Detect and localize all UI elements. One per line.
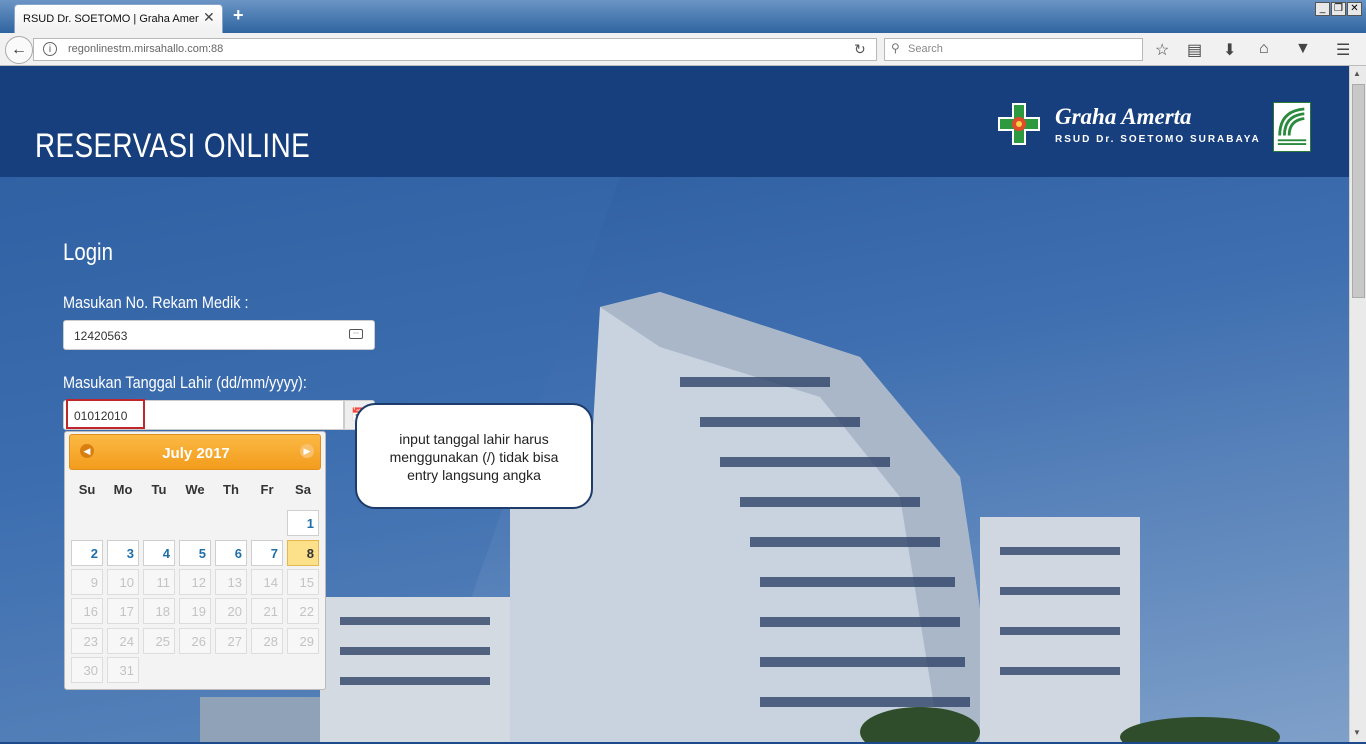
download-icon[interactable]: ⬇ bbox=[1223, 40, 1236, 60]
scroll-down-icon[interactable]: ▼ bbox=[1353, 728, 1361, 737]
calendar-day[interactable]: 9 bbox=[71, 569, 103, 595]
reload-icon[interactable]: ↻ bbox=[854, 41, 866, 58]
badge-logo-icon bbox=[1273, 102, 1311, 152]
scroll-thumb[interactable] bbox=[1352, 84, 1365, 298]
new-tab-icon[interactable]: + bbox=[233, 5, 244, 26]
page-title: RESERVASI ONLINE bbox=[35, 127, 311, 165]
restore-button[interactable]: ❐ bbox=[1331, 2, 1346, 16]
page-scrollbar[interactable]: ▲ ▼ bbox=[1349, 66, 1366, 742]
logo-name: Graha Amerta bbox=[1055, 104, 1192, 129]
day-of-week-header: Fr bbox=[260, 482, 274, 497]
calendar-day[interactable]: 11 bbox=[143, 569, 175, 595]
day-of-week-header: Tu bbox=[151, 482, 167, 497]
day-of-week-header: Th bbox=[223, 482, 239, 497]
callout-text: input tanggal lahir harus menggunakan (/… bbox=[389, 431, 559, 483]
medical-record-input[interactable]: 12420563 ⋯ bbox=[63, 320, 375, 350]
url-bar[interactable]: i regonlinestm.mirsahallo.com:88 ↻ bbox=[33, 38, 877, 61]
calendar-day[interactable]: 8 bbox=[287, 540, 319, 566]
calendar-day[interactable]: 13 bbox=[215, 569, 247, 595]
calendar-day[interactable]: 23 bbox=[71, 628, 103, 654]
close-window-button[interactable]: ✕ bbox=[1347, 2, 1362, 16]
datepicker-title[interactable]: July 2017 bbox=[70, 445, 322, 462]
calendar-day[interactable]: 14 bbox=[251, 569, 283, 595]
calendar-day[interactable]: 6 bbox=[215, 540, 247, 566]
calendar-day[interactable]: 22 bbox=[287, 598, 319, 624]
calendar-day[interactable]: 4 bbox=[143, 540, 175, 566]
login-title: Login bbox=[63, 239, 113, 266]
calendar-day[interactable]: 5 bbox=[179, 540, 211, 566]
calendar-day[interactable]: 25 bbox=[143, 628, 175, 654]
birth-date-label: Masukan Tanggal Lahir (dd/mm/yyyy): bbox=[63, 373, 307, 392]
url-text: regonlinestm.mirsahallo.com:88 bbox=[68, 43, 224, 55]
calendar-day[interactable]: 2 bbox=[71, 540, 103, 566]
reading-list-icon[interactable]: ▤ bbox=[1187, 40, 1202, 60]
datepicker-header: ◀ July 2017 ▶ bbox=[69, 434, 321, 470]
day-of-week-header: Sa bbox=[295, 482, 311, 497]
star-icon[interactable]: ☆ bbox=[1155, 40, 1169, 60]
keyboard-icon[interactable]: ⋯ bbox=[349, 329, 363, 339]
browser-tab[interactable]: RSUD Dr. SOETOMO | Graha Amerta ✕ bbox=[14, 4, 223, 33]
info-icon[interactable]: i bbox=[43, 42, 57, 56]
menu-icon[interactable]: ☰ bbox=[1336, 40, 1350, 60]
calendar-day[interactable]: 24 bbox=[107, 628, 139, 654]
pocket-icon[interactable]: ▼ bbox=[1295, 40, 1311, 58]
medical-record-value: 12420563 bbox=[74, 329, 128, 343]
calendar-day[interactable]: 27 bbox=[215, 628, 247, 654]
tab-title: RSUD Dr. SOETOMO | Graha Amerta bbox=[23, 13, 199, 25]
search-placeholder: Search bbox=[908, 43, 943, 55]
annotation-highlight-box bbox=[66, 399, 145, 429]
site-header: RESERVASI ONLINE Graha Amerta RSUD Dr. S… bbox=[0, 66, 1349, 177]
annotation-callout: input tanggal lahir harus menggunakan (/… bbox=[355, 403, 593, 509]
calendar-day[interactable]: 1 bbox=[287, 510, 319, 536]
calendar-day[interactable]: 3 bbox=[107, 540, 139, 566]
calendar-day[interactable]: 29 bbox=[287, 628, 319, 654]
hospital-logo-icon bbox=[998, 103, 1040, 145]
next-month-icon[interactable]: ▶ bbox=[300, 444, 314, 458]
logo-subtitle: RSUD Dr. SOETOMO SURABAYA bbox=[1055, 134, 1261, 145]
day-of-week-header: Mo bbox=[113, 482, 133, 497]
calendar-day[interactable]: 21 bbox=[251, 598, 283, 624]
calendar-day[interactable]: 31 bbox=[107, 657, 139, 683]
calendar-day[interactable]: 20 bbox=[215, 598, 247, 624]
close-tab-icon[interactable]: ✕ bbox=[203, 9, 215, 26]
calendar-day[interactable]: 10 bbox=[107, 569, 139, 595]
minimize-button[interactable]: _ bbox=[1315, 2, 1330, 16]
back-button[interactable]: ← bbox=[5, 36, 33, 64]
scroll-up-icon[interactable]: ▲ bbox=[1353, 69, 1361, 78]
calendar-day[interactable]: 16 bbox=[71, 598, 103, 624]
calendar-day[interactable]: 28 bbox=[251, 628, 283, 654]
datepicker: ◀ July 2017 ▶ Su Mo Tu We Th Fr Sa 1 2 3 4 5 6 7 8 9 10… bbox=[64, 431, 326, 690]
calendar-day[interactable]: 15 bbox=[287, 569, 319, 595]
home-icon[interactable]: ⌂ bbox=[1259, 40, 1269, 58]
calendar-day[interactable]: 26 bbox=[179, 628, 211, 654]
search-icon: ⚲ bbox=[891, 41, 900, 55]
medical-record-label: Masukan No. Rekam Medik : bbox=[63, 293, 249, 312]
calendar-day[interactable]: 7 bbox=[251, 540, 283, 566]
calendar-day[interactable]: 30 bbox=[71, 657, 103, 683]
day-of-week-header: Su bbox=[78, 482, 96, 497]
day-of-week-header: We bbox=[185, 482, 205, 497]
calendar-day[interactable]: 19 bbox=[179, 598, 211, 624]
calendar-day[interactable]: 12 bbox=[179, 569, 211, 595]
search-bar[interactable]: ⚲ Search bbox=[884, 38, 1143, 61]
calendar-day[interactable]: 18 bbox=[143, 598, 175, 624]
calendar-day[interactable]: 17 bbox=[107, 598, 139, 624]
